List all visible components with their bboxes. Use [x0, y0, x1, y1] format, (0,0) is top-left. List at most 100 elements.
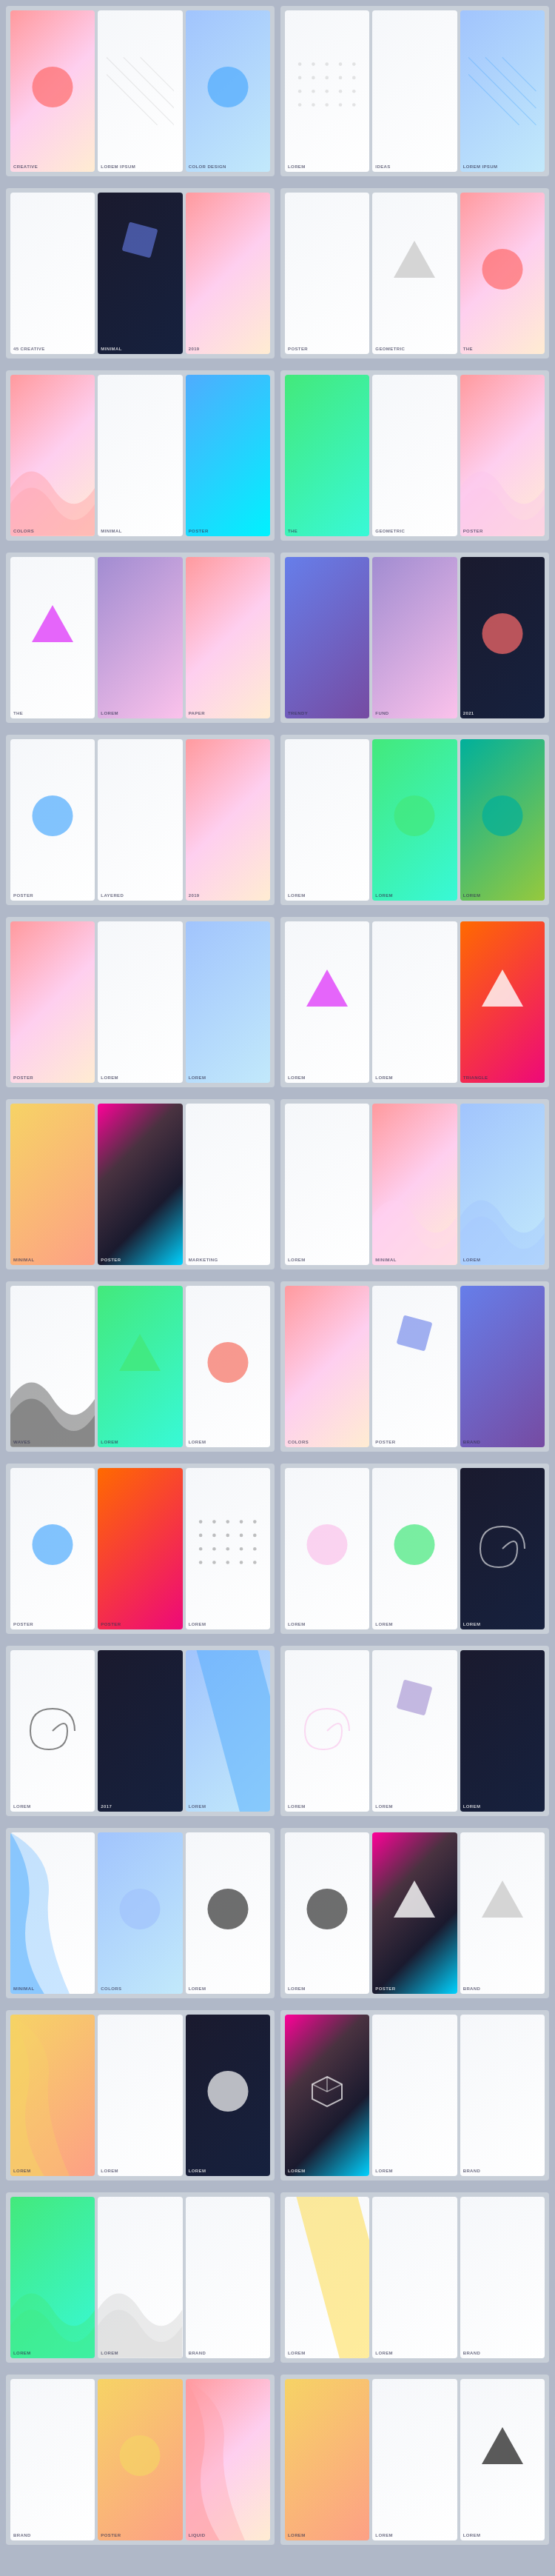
poster-p50[interactable]: POSTER [98, 1468, 182, 1629]
poster-label-p79: BRAND [13, 2533, 31, 2537]
poster-p63[interactable]: LOREM [186, 1832, 270, 1994]
poster-p4[interactable]: LOREM [285, 10, 369, 172]
poster-p21[interactable]: PAPER [186, 557, 270, 718]
poster-label-p52: LOREM [288, 1622, 306, 1626]
poster-p43[interactable]: WAVES [10, 1286, 95, 1447]
poster-p28[interactable]: LOREM [285, 739, 369, 901]
poster-p26[interactable]: LAYERED [98, 739, 182, 901]
poster-p25[interactable]: POSTER [10, 739, 95, 901]
poster-p59[interactable]: LOREM [372, 1650, 457, 1812]
poster-p75[interactable]: BRAND [186, 2197, 270, 2358]
poster-p72[interactable]: BRAND [460, 2015, 545, 2176]
cell-12-1: LOREMLOREMLOREM [6, 2010, 275, 2180]
poster-p73[interactable]: LOREM [10, 2197, 95, 2358]
poster-p51[interactable]: LOREM [186, 1468, 270, 1629]
poster-p65[interactable]: POSTER [372, 1832, 457, 1994]
poster-p20[interactable]: LOREM [98, 557, 182, 718]
poster-p8[interactable]: MINIMAL [98, 193, 182, 354]
poster-p40[interactable]: LOREM [285, 1104, 369, 1265]
poster-p49[interactable]: POSTER [10, 1468, 95, 1629]
poster-p82[interactable]: LOREM [285, 2379, 369, 2540]
poster-p10[interactable]: POSTER [285, 193, 369, 354]
poster-p68[interactable]: LOREM [98, 2015, 182, 2176]
poster-p61[interactable]: MINIMAL [10, 1832, 95, 1994]
poster-label-p6: LOREM IPSUM [463, 164, 498, 169]
poster-p62[interactable]: COLORS [98, 1832, 182, 1994]
poster-p17[interactable]: GEOMETRIC [372, 375, 457, 536]
poster-p29[interactable]: LOREM [372, 739, 457, 901]
poster-p32[interactable]: LOREM [98, 921, 182, 1083]
poster-p42[interactable]: LOREM [460, 1104, 545, 1265]
poster-p7[interactable]: 45 CREATIVE [10, 193, 95, 354]
poster-p60[interactable]: LOREM [460, 1650, 545, 1812]
poster-p56[interactable]: 2017 [98, 1650, 182, 1812]
poster-p5[interactable]: IDEAS [372, 10, 457, 172]
poster-p27[interactable]: 2019 [186, 739, 270, 901]
poster-p78[interactable]: BRAND [460, 2197, 545, 2358]
cell-5-1: POSTERLAYERED2019 [6, 735, 275, 905]
poster-p77[interactable]: LOREM [372, 2197, 457, 2358]
svg-point-12 [339, 76, 343, 79]
poster-p30[interactable]: LOREM [460, 739, 545, 901]
svg-point-15 [312, 90, 316, 93]
cell-5-2: LOREMLOREMLOREM [280, 735, 549, 905]
poster-p66[interactable]: BRAND [460, 1832, 545, 1994]
svg-point-7 [339, 62, 343, 66]
poster-p54[interactable]: LOREM [460, 1468, 545, 1629]
poster-p74[interactable]: LOREM [98, 2197, 182, 2358]
poster-p55[interactable]: LOREM [10, 1650, 95, 1812]
poster-label-p45: LOREM [189, 1440, 206, 1444]
poster-p16[interactable]: THE [285, 375, 369, 536]
poster-p57[interactable]: LOREM [186, 1650, 270, 1812]
poster-p36[interactable]: TRIANGLE [460, 921, 545, 1083]
poster-label-p23: FUND [375, 711, 388, 715]
poster-p15[interactable]: POSTER [186, 375, 270, 536]
poster-p19[interactable]: THE [10, 557, 95, 718]
poster-p12[interactable]: THE [460, 193, 545, 354]
poster-p1[interactable]: CREATIVE [10, 10, 95, 172]
poster-p37[interactable]: MINIMAL [10, 1104, 95, 1265]
poster-p18[interactable]: POSTER [460, 375, 545, 536]
poster-label-p82: LOREM [288, 2533, 306, 2537]
poster-p67[interactable]: LOREM [10, 2015, 95, 2176]
poster-p64[interactable]: LOREM [285, 1832, 369, 1994]
cell-4-1: THELOREMPAPER [6, 553, 275, 723]
poster-p41[interactable]: MINIMAL [372, 1104, 457, 1265]
poster-p46[interactable]: COLORS [285, 1286, 369, 1447]
poster-p83[interactable]: LOREM [372, 2379, 457, 2540]
poster-p22[interactable]: TRENDY [285, 557, 369, 718]
poster-p53[interactable]: LOREM [372, 1468, 457, 1629]
poster-p6[interactable]: LOREM IPSUM [460, 10, 545, 172]
poster-p38[interactable]: POSTER [98, 1104, 182, 1265]
poster-p47[interactable]: POSTER [372, 1286, 457, 1447]
poster-p9[interactable]: 2019 [186, 193, 270, 354]
poster-p24[interactable]: 2021 [460, 557, 545, 718]
poster-p11[interactable]: GEOMETRIC [372, 193, 457, 354]
poster-p45[interactable]: LOREM [186, 1286, 270, 1447]
svg-point-32 [253, 1520, 257, 1524]
poster-p3[interactable]: COLOR DESIGN [186, 10, 270, 172]
poster-p52[interactable]: LOREM [285, 1468, 369, 1629]
poster-p34[interactable]: LOREM [285, 921, 369, 1083]
poster-p14[interactable]: MINIMAL [98, 375, 182, 536]
poster-p76[interactable]: LOREM [285, 2197, 369, 2358]
poster-p71[interactable]: LOREM [372, 2015, 457, 2176]
poster-p39[interactable]: MARKETING [186, 1104, 270, 1265]
poster-p44[interactable]: LOREM [98, 1286, 182, 1447]
poster-p84[interactable]: LOREM [460, 2379, 545, 2540]
poster-p23[interactable]: FUND [372, 557, 457, 718]
poster-p81[interactable]: LIQUID [186, 2379, 270, 2540]
poster-p35[interactable]: LOREM [372, 921, 457, 1083]
poster-p48[interactable]: BRAND [460, 1286, 545, 1447]
poster-p70[interactable]: LOREM [285, 2015, 369, 2176]
poster-p2[interactable]: LOREM IPSUM [98, 10, 182, 172]
svg-point-45 [226, 1561, 230, 1564]
poster-p79[interactable]: BRAND [10, 2379, 95, 2540]
poster-p31[interactable]: POSTER [10, 921, 95, 1083]
poster-p58[interactable]: LOREM [285, 1650, 369, 1812]
poster-p80[interactable]: POSTER [98, 2379, 182, 2540]
poster-p33[interactable]: LOREM [186, 921, 270, 1083]
poster-label-p76: LOREM [288, 2351, 306, 2355]
poster-p13[interactable]: COLORS [10, 375, 95, 536]
poster-p69[interactable]: LOREM [186, 2015, 270, 2176]
